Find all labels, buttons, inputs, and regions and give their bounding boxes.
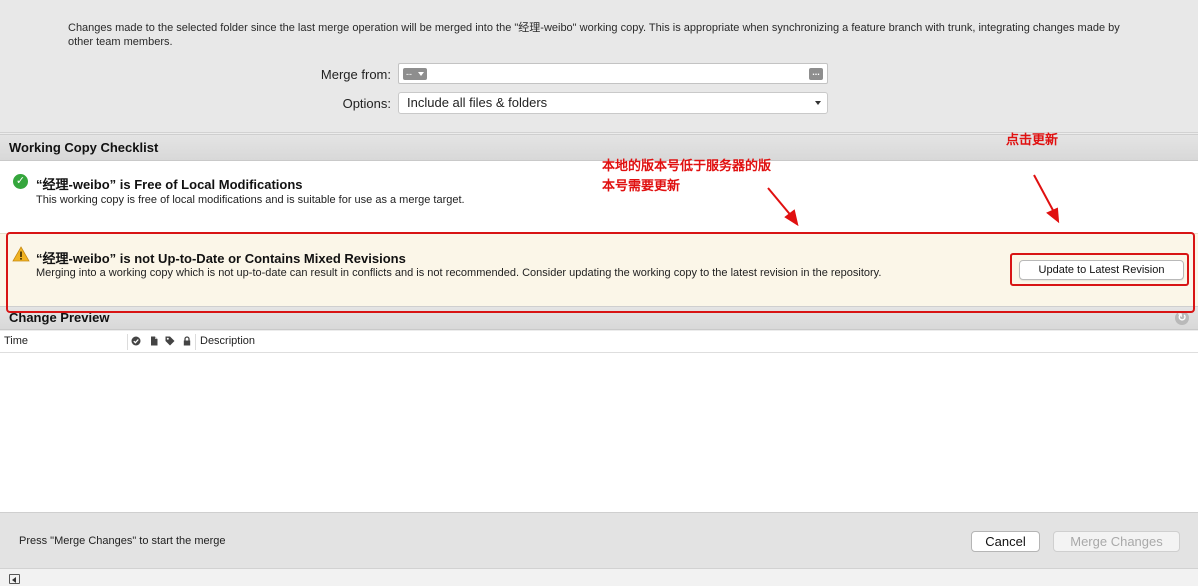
refresh-icon[interactable]: ↻	[1175, 311, 1189, 325]
merge-options-panel: Changes made to the selected folder sinc…	[0, 0, 1198, 133]
sidebar-toggle-icon[interactable]	[9, 574, 20, 584]
column-divider	[195, 334, 196, 350]
table-header-row: Time Description	[0, 331, 1198, 353]
history-popup-button[interactable]: --	[403, 68, 427, 80]
browse-button[interactable]: ...	[809, 68, 823, 80]
dialog-footer: Press "Merge Changes" to start the merge…	[0, 512, 1198, 568]
options-selected-value: Include all files & folders	[407, 95, 548, 110]
merge-from-field[interactable]: -- ...	[398, 63, 828, 84]
checkmark-icon[interactable]	[131, 336, 141, 346]
document-icon[interactable]	[149, 336, 159, 346]
column-header-description[interactable]: Description	[200, 331, 255, 353]
annotation-button-highlight	[1010, 253, 1189, 286]
checklist-item-title: “经理-weibo” is Free of Local Modification…	[36, 177, 303, 192]
annotation-click-hint: 点击更新	[1006, 133, 1059, 148]
options-label: Options:	[342, 96, 391, 111]
chevron-down-icon	[418, 72, 424, 76]
cancel-button[interactable]: Cancel	[971, 531, 1040, 552]
merge-changes-button[interactable]: Merge Changes	[1053, 531, 1180, 552]
annotation-note: 本地的版本号低于服务器的版本号需要更新	[602, 159, 772, 194]
checklist-item-description: This working copy is free of local modif…	[36, 194, 465, 206]
column-divider	[127, 334, 128, 350]
column-header-time[interactable]: Time	[4, 331, 28, 353]
options-select[interactable]: Include all files & folders	[398, 92, 828, 114]
lock-icon[interactable]	[182, 336, 192, 346]
change-preview-table[interactable]: Time Description	[0, 331, 1198, 512]
history-popup-label: --	[406, 69, 412, 79]
status-text: Press "Merge Changes" to start the merge	[19, 535, 226, 547]
merge-from-label: Merge from:	[320, 67, 391, 82]
chevron-down-icon	[815, 101, 821, 105]
merge-description: Changes made to the selected folder sinc…	[68, 22, 1120, 48]
tag-icon[interactable]	[165, 336, 175, 346]
bottom-bar	[0, 568, 1198, 586]
checklist-item-local-modifications: ✓ “经理-weibo” is Free of Local Modificati…	[0, 161, 1198, 228]
checkmark-circle-icon: ✓	[13, 174, 28, 189]
